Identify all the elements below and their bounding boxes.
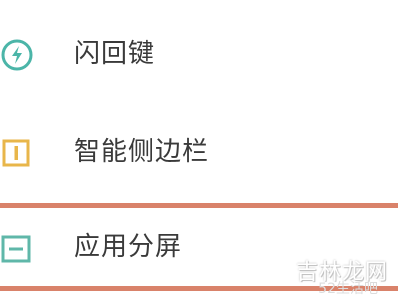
settings-menu-screen: 闪回键 智能侧边栏 应用分屏 吉林龙网 52生活吧	[0, 0, 400, 300]
menu-item-smart-sidebar[interactable]: 智能侧边栏	[0, 118, 400, 188]
menu-item-flashback[interactable]: 闪回键	[0, 20, 400, 90]
watermark-sub-text: 52生活吧	[318, 281, 378, 297]
menu-item-label: 智能侧边栏	[74, 137, 210, 167]
watermark: 吉林龙网 52生活吧	[296, 254, 388, 297]
flash-back-icon	[0, 38, 34, 72]
smart-sidebar-icon	[0, 136, 34, 170]
menu-item-label: 应用分屏	[74, 232, 183, 262]
menu-item-label: 闪回键	[74, 39, 156, 69]
split-screen-icon	[0, 231, 34, 265]
